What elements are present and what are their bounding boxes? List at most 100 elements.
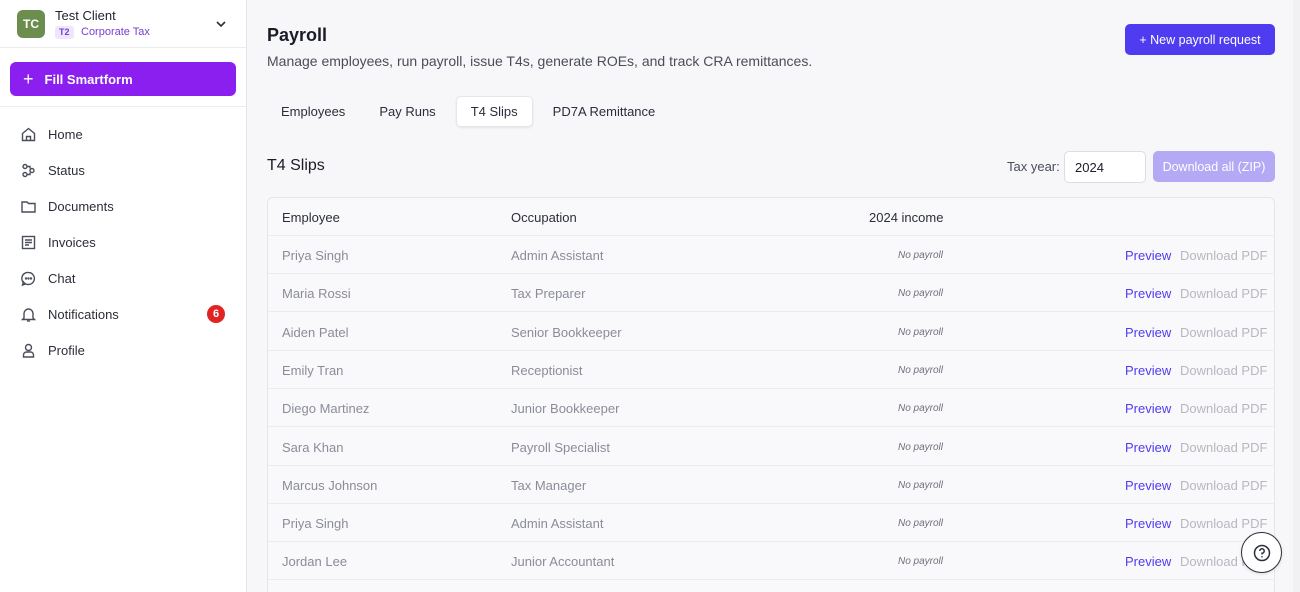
help-button[interactable] — [1241, 532, 1282, 573]
client-type-badge: T2 — [55, 26, 74, 39]
client-name: Test Client — [55, 8, 116, 23]
occupation-cell: Admin Assistant — [511, 248, 604, 263]
client-type-label: Corporate Tax — [81, 26, 150, 38]
download-pdf-link[interactable]: Download PDF — [1180, 516, 1267, 531]
sidebar-item-profile[interactable]: Profile — [20, 338, 230, 362]
client-avatar: TC — [17, 10, 45, 38]
download-pdf-link[interactable]: Download PDF — [1180, 286, 1267, 301]
sidebar: TC Test Client T2 Corporate Tax + Fill S… — [0, 0, 247, 592]
download-pdf-link[interactable]: Download PDF — [1180, 440, 1267, 455]
employee-name-cell: Emily Tran — [282, 362, 344, 378]
employee-name-cell: Aiden Patel — [282, 324, 349, 340]
employee-name-cell: Sara Khan — [282, 439, 344, 455]
occupation-cell: Junior Bookkeeper — [511, 401, 620, 417]
employee-name-cell: Maria Rossi — [282, 286, 351, 302]
download-pdf-link[interactable]: Download PDF — [1180, 478, 1267, 493]
occupation-cell: Tax Manager — [511, 477, 587, 493]
tax-year-input[interactable] — [1064, 151, 1146, 183]
income-cell: No payroll — [897, 364, 943, 376]
download-all-zip-button[interactable]: Download all (ZIP) — [1153, 151, 1275, 182]
sidebar-item-chat[interactable]: Chat — [20, 266, 230, 290]
sidebar-divider — [0, 106, 246, 107]
fill-smartform-button[interactable]: + Fill Smartform — [10, 62, 236, 96]
page-subtitle: Manage employees, run payroll, issue T4s… — [267, 53, 813, 69]
chevron-down-icon[interactable] — [214, 17, 228, 31]
home-icon — [21, 127, 36, 141]
employee-name-cell: Jordan Lee — [282, 554, 348, 570]
column-header-employee: Employee — [282, 210, 340, 225]
new-payroll-request-button[interactable]: + New payroll request — [1125, 24, 1275, 55]
preview-link[interactable]: Preview — [1125, 478, 1171, 493]
section-title: T4 Slips — [267, 157, 325, 174]
bell-icon — [20, 307, 37, 322]
status-icon — [22, 163, 35, 177]
employee-name-cell: Marcus Johnson — [282, 477, 378, 493]
table-row: Diego Martinez Junior Bookkeeper No payrol… — [268, 389, 1274, 428]
income-cell: No payroll — [897, 479, 943, 491]
employee-name-cell: Priya Singh — [282, 516, 349, 532]
sidebar-item-label: Status — [48, 162, 85, 178]
preview-link[interactable]: Preview — [1125, 516, 1171, 531]
download-pdf-link[interactable]: Download PDF — [1180, 363, 1267, 378]
sidebar-item-documents[interactable]: Documents — [20, 194, 230, 218]
table-row: Jordan Lee Junior Accountant No payroll Pre… — [268, 542, 1274, 581]
occupation-cell: Tax Preparer — [511, 286, 586, 302]
employee-name-cell: Priya Singh — [282, 248, 349, 263]
column-header-occupation: Occupation — [511, 210, 577, 225]
preview-link[interactable]: Preview — [1125, 325, 1171, 340]
tab-pd7a-remittance[interactable]: PD7A Remittance — [539, 96, 670, 127]
download-pdf-link[interactable]: Download PDF — [1180, 248, 1267, 263]
sidebar-item-label: Chat — [48, 270, 76, 286]
table-row: Aiden Patel Senior Bookkeeper No payroll Pr… — [268, 313, 1274, 351]
main-content: Payroll Manage employees, run payroll, i… — [247, 0, 1300, 592]
column-header-income: 2024 income — [869, 210, 944, 225]
preview-link[interactable]: Preview — [1125, 363, 1171, 378]
sidebar-item-home[interactable]: Home — [20, 122, 230, 146]
download-pdf-link[interactable]: Download PDF — [1180, 401, 1267, 416]
occupation-cell: Junior Accountant — [511, 554, 615, 570]
sidebar-item-notifications[interactable]: Notifications 6 — [20, 302, 230, 326]
sidebar-item-status[interactable]: Status — [20, 158, 230, 182]
income-cell: No payroll — [897, 326, 943, 338]
income-cell: No payroll — [897, 250, 943, 261]
download-pdf-link[interactable]: Download PDF — [1180, 325, 1267, 340]
tax-year-label: Tax year: — [1007, 159, 1060, 174]
table-row: Emily Tran Receptionist No payroll Preview D… — [268, 351, 1274, 389]
tab-pay-runs[interactable]: Pay Runs — [365, 96, 449, 127]
fill-smartform-label: Fill Smartform — [44, 71, 133, 87]
sidebar-item-label: Profile — [48, 342, 85, 358]
sidebar-item-label: Home — [48, 126, 83, 142]
sidebar-item-label: Notifications — [48, 306, 119, 322]
table-row: Marcus Johnson Tax Manager No payroll Previ… — [268, 466, 1274, 504]
table-row: Priya Singh Admin Assistant No payroll Prev… — [268, 504, 1274, 543]
employee-name-cell: Diego Martinez — [282, 401, 370, 417]
tab-t4-slips[interactable]: T4 Slips — [455, 96, 533, 127]
table-row: Priya Singh Admin Assistant No payroll Prev… — [268, 236, 1274, 274]
occupation-cell: Admin Assistant — [511, 516, 604, 532]
sidebar-item-invoices[interactable]: Invoices — [20, 230, 230, 254]
income-cell: No payroll — [897, 441, 943, 453]
preview-link[interactable]: Preview — [1125, 401, 1171, 416]
folder-icon — [21, 200, 36, 213]
t4-slips-table: Employee Occupation 2024 income Priya Si… — [267, 197, 1275, 592]
user-icon — [22, 343, 35, 358]
tab-employees[interactable]: Employees — [267, 96, 359, 127]
table-header: Employee Occupation 2024 income — [268, 198, 1274, 236]
occupation-cell: Payroll Specialist — [511, 439, 610, 455]
income-cell: No payroll — [897, 403, 943, 415]
scrollbar[interactable] — [1293, 0, 1300, 592]
sidebar-item-label: Documents — [48, 198, 114, 214]
help-icon — [1253, 544, 1270, 561]
preview-link[interactable]: Preview — [1125, 440, 1171, 455]
plus-icon: + — [23, 69, 34, 89]
preview-link[interactable]: Preview — [1125, 248, 1171, 263]
chat-icon — [21, 271, 36, 286]
income-cell: No payroll — [897, 288, 943, 300]
sidebar-item-label: Invoices — [48, 234, 96, 250]
client-switcher[interactable]: TC Test Client T2 Corporate Tax — [0, 0, 246, 48]
preview-link[interactable]: Preview — [1125, 554, 1171, 569]
income-cell: No payroll — [897, 518, 943, 530]
notification-count-badge: 6 — [207, 305, 225, 323]
preview-link[interactable]: Preview — [1125, 286, 1171, 301]
invoice-icon — [21, 235, 36, 249]
